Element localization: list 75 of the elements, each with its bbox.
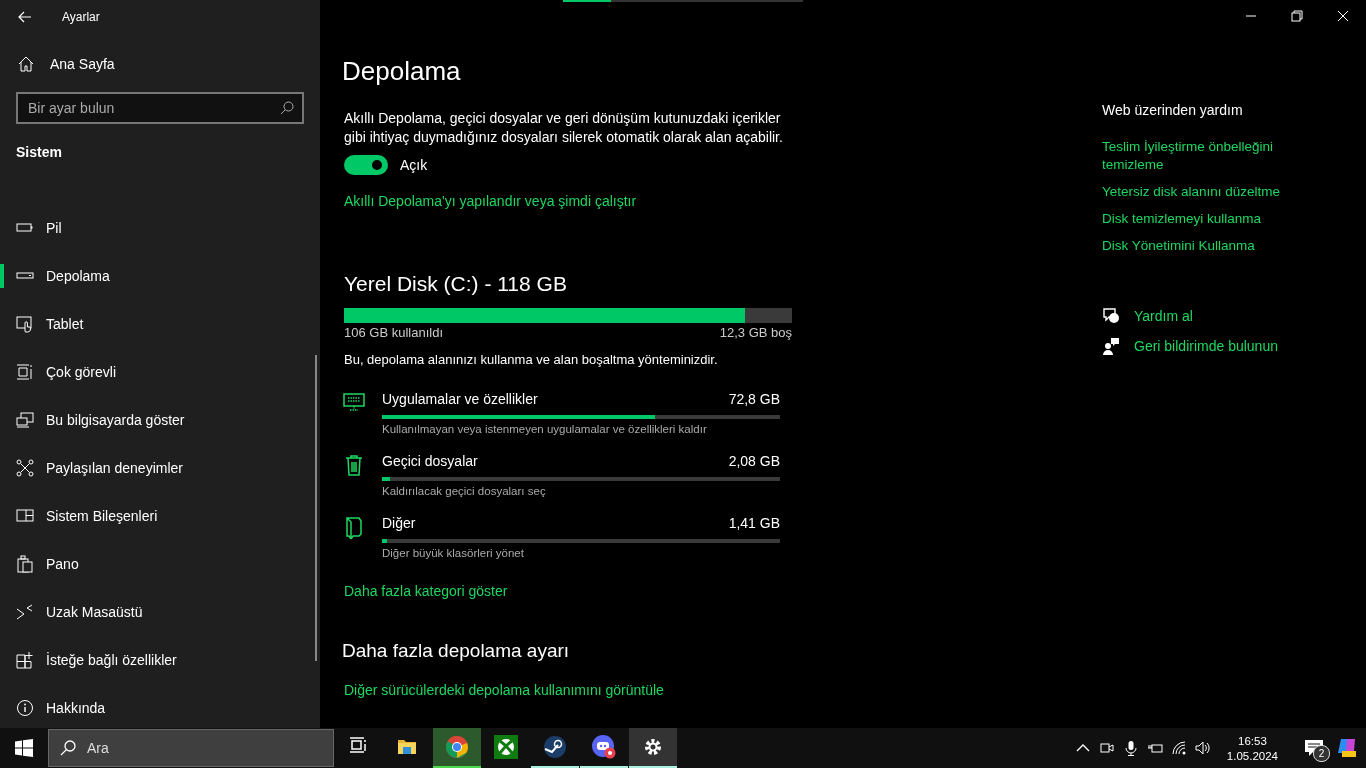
- disk-title: Yerel Disk (C:) - 118 GB: [344, 272, 568, 296]
- free-label: 12,3 GB boş: [719, 325, 792, 340]
- window-title: Ayarlar: [62, 10, 100, 24]
- notification-count: 2: [1313, 745, 1330, 762]
- microphone-icon[interactable]: [1122, 740, 1139, 756]
- category-name[interactable]: Uygulamalar ve özellikler: [382, 391, 538, 407]
- description: Akıllı Depolama, geçici dosyalar ve geri dönüşüm kutunuzdaki içerikler gibi ihtiyaç duymadığınız dosyaları silerek otomatik olarak alan açabilir.: [344, 109, 784, 147]
- sidebar-item[interactable]: Hakkında: [0, 684, 320, 732]
- clock-time[interactable]: 16:53: [1238, 734, 1267, 747]
- category-hint: Diğer büyük klasörleri yönet: [382, 547, 525, 559]
- section-title: Daha fazla depolama ayarı: [342, 640, 571, 662]
- sidebar-item[interactable]: Depolama: [0, 252, 320, 300]
- sidebar-item[interactable]: Sistem Bileşenleri: [0, 492, 320, 540]
- sidebar-item[interactable]: Bu bilgisayarda göster: [0, 396, 320, 444]
- tablet-icon: [16, 315, 34, 333]
- other-drives-link[interactable]: Diğer sürücülerdeki depolama kullanımını görüntüle: [344, 682, 664, 698]
- feedback-icon: [1102, 337, 1120, 355]
- category-name[interactable]: Geçici dosyalar: [382, 453, 478, 469]
- home-icon: [18, 56, 34, 72]
- sidebar-item[interactable]: İsteğe bağlı özellikler: [0, 636, 320, 684]
- help-title: Web üzerinden yardım: [1102, 102, 1244, 118]
- notification-button[interactable]: 2: [1300, 734, 1328, 762]
- toggle-switch[interactable]: [344, 155, 388, 175]
- back-icon[interactable]: [18, 11, 32, 23]
- copilot-icon[interactable]: [1336, 737, 1358, 759]
- info-icon: [16, 699, 34, 717]
- category-size: 2,08 GB: [728, 453, 780, 469]
- sidebar-item[interactable]: Uzak Masaüstü: [0, 588, 320, 636]
- category-hint: Kaldırılacak geçici dosyaları seç: [382, 485, 547, 497]
- browser-icon: [445, 735, 469, 759]
- chat-help-icon: [1102, 307, 1120, 325]
- help-link[interactable]: Disk temizlemeyi kullanma: [1102, 210, 1302, 228]
- section-heading: Sistem: [16, 144, 63, 160]
- windows-icon[interactable]: [15, 739, 33, 757]
- sidebar-item[interactable]: Tablet: [0, 300, 320, 348]
- help-link[interactable]: Yetersiz disk alanını düzeltme: [1102, 183, 1302, 201]
- wifi-icon[interactable]: [1170, 740, 1187, 756]
- help-action-link[interactable]: Yardım al: [1134, 308, 1193, 324]
- category-size: 1,41 GB: [728, 515, 780, 531]
- help-link[interactable]: Disk Yönetimini Kullanma: [1102, 237, 1302, 255]
- search-field[interactable]: Bir ayar bulun: [16, 92, 304, 124]
- taskbar-app[interactable]: [629, 728, 677, 768]
- category-hint: Kullanılmayan veya istenmeyen uygulamalar ve özellikleri kaldır: [382, 423, 708, 435]
- panel-icon: [16, 507, 34, 525]
- used-label: 106 GB kullanıldı: [344, 325, 443, 340]
- help-link[interactable]: Teslim İyileştirme önbelleğini temizleme: [1102, 138, 1302, 174]
- game-icon: [494, 735, 518, 759]
- volume-icon[interactable]: [1194, 740, 1211, 756]
- sidebar-item[interactable]: Çok görevli: [0, 348, 320, 396]
- sidebar-item[interactable]: Pil: [0, 204, 320, 252]
- scrollbar[interactable]: [315, 355, 317, 661]
- multitask-icon: [16, 363, 34, 381]
- steam-icon: [543, 735, 567, 759]
- toggle-label: Açık: [400, 157, 428, 173]
- category-size: 72,8 GB: [728, 391, 780, 407]
- home-link[interactable]: Ana Sayfa: [50, 56, 115, 72]
- more-categories-link[interactable]: Daha fazla kategori göster: [344, 583, 508, 599]
- add-feature-icon: [16, 651, 34, 669]
- page-title: Depolama: [342, 56, 462, 87]
- clock-date[interactable]: 1.05.2024: [1226, 749, 1278, 762]
- projector-icon: [16, 411, 34, 429]
- chat-app-icon: [592, 735, 616, 759]
- category-name[interactable]: Diğer: [382, 515, 416, 531]
- remote-icon: [16, 603, 34, 621]
- clipboard-icon: [16, 555, 34, 573]
- search-icon: [280, 101, 294, 115]
- sidebar-item[interactable]: Paylaşılan deneyimler: [0, 444, 320, 492]
- camera-icon[interactable]: [1098, 740, 1115, 756]
- intro-text: Bu, depolama alanınızı kullanma ve alan boşaltma yönteminizdir.: [344, 352, 719, 367]
- help-action-link[interactable]: Geri bildirimde bulunun: [1134, 338, 1278, 354]
- taskbar-search[interactable]: Ara: [48, 729, 334, 767]
- search-icon: [60, 740, 76, 756]
- sidebar-item[interactable]: Pano: [0, 540, 320, 588]
- configure-link[interactable]: Akıllı Depolama'yı yapılandır veya şimdi çalıştır: [344, 193, 637, 209]
- share-icon: [16, 459, 34, 477]
